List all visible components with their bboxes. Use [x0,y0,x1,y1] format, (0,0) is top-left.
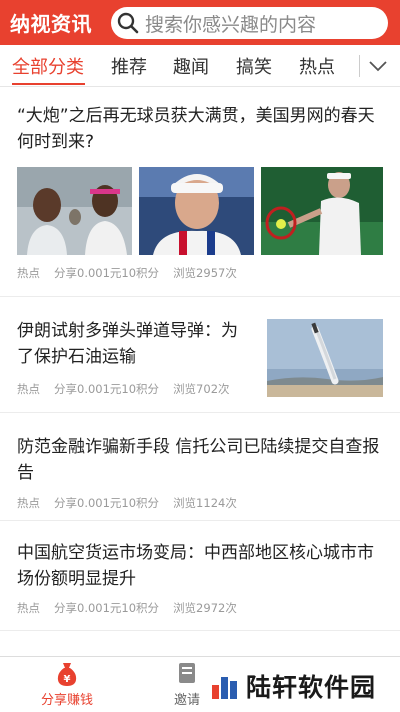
article-category: 热点 [17,382,40,396]
tabs-divider [359,55,360,77]
article-views: 浏览702次 [173,382,230,396]
article-meta: 热点 分享0.001元10积分 浏览1124次 [17,495,251,511]
chevron-down-icon[interactable] [365,54,391,78]
article-image-players [17,167,132,255]
article-share-reward: 分享0.001元10积分 [54,601,160,615]
tab-all-categories[interactable]: 全部分类 [12,53,84,79]
article-meta: 热点 分享0.001元10积分 浏览2972次 [17,600,251,616]
article-title: 中国航空货运市场变局：中西部地区核心城市市场份额明显提升 [17,543,374,589]
article-meta: 热点 分享0.001元10积分 浏览702次 [17,381,244,397]
app-header: 纳视资讯 搜索你感兴趣的内容 [0,0,400,45]
article-views: 浏览2972次 [173,601,237,615]
watermark-text: 陆轩软件园 [246,673,377,702]
article-image-tennis-player [139,167,254,255]
tab-trivia[interactable]: 趣闻 [173,53,209,79]
search-input[interactable]: 搜索你感兴趣的内容 [111,7,388,39]
article-title: “大炮”之后再无球员获大满贯，美国男网的春天何时到来? [17,106,375,152]
app-brand-title: 纳视资讯 [10,12,92,36]
money-bag-icon: ¥ [57,663,77,686]
divider [0,630,400,631]
tab-funny[interactable]: 搞笑 [236,53,272,79]
search-icon [117,12,139,34]
active-tab-indicator [12,83,85,85]
watermark-logo-icon [212,677,237,699]
article-views: 浏览2957次 [173,266,237,280]
tab-recommend[interactable]: 推荐 [111,53,147,79]
list-item[interactable]: 防范金融诈骗新手段 信托公司已陆续提交自查报告 热点 分享0.001元10积分 浏览… [0,413,400,520]
article-image-missile [267,319,383,397]
svg-text:¥: ¥ [64,674,71,685]
article-share-reward: 分享0.001元10积分 [54,382,160,396]
article-meta: 热点 分享0.001元10积分 浏览2957次 [17,265,251,281]
search-placeholder: 搜索你感兴趣的内容 [145,13,317,36]
article-image-tennis-swing [261,167,383,255]
article-title: 防范金融诈骗新手段 信托公司已陆续提交自查报告 [17,437,380,483]
article-category: 热点 [17,601,40,615]
nav-label-share-earn: 分享赚钱 [40,693,93,708]
watermark: 陆轩软件园 [210,668,376,704]
article-category: 热点 [17,266,40,280]
list-item[interactable]: “大炮”之后再无球员获大满贯，美国男网的春天何时到来? 热点 分享0.001元1… [0,87,400,296]
list-item[interactable]: 中国航空货运市场变局：中西部地区核心城市市场份额明显提升 热点 分享0.001元1… [0,521,400,631]
article-title: 伊朗试射多弹头弹道导弹：为了保护石油运输 [17,321,238,367]
invite-icon [179,663,195,683]
article-share-reward: 分享0.001元10积分 [54,496,160,510]
article-category: 热点 [17,496,40,510]
article-share-reward: 分享0.001元10积分 [54,266,160,280]
tab-hot[interactable]: 热点 [299,53,335,79]
nav-share-earn[interactable]: ¥ 分享赚钱 [17,657,117,712]
list-item[interactable]: 伊朗试射多弹头弹道导弹：为了保护石油运输 热点 分享0.001元10积分 浏览702… [0,297,400,412]
article-views: 浏览1124次 [173,496,237,510]
category-tabs: 全部分类 推荐 趣闻 搞笑 热点 [0,45,400,87]
